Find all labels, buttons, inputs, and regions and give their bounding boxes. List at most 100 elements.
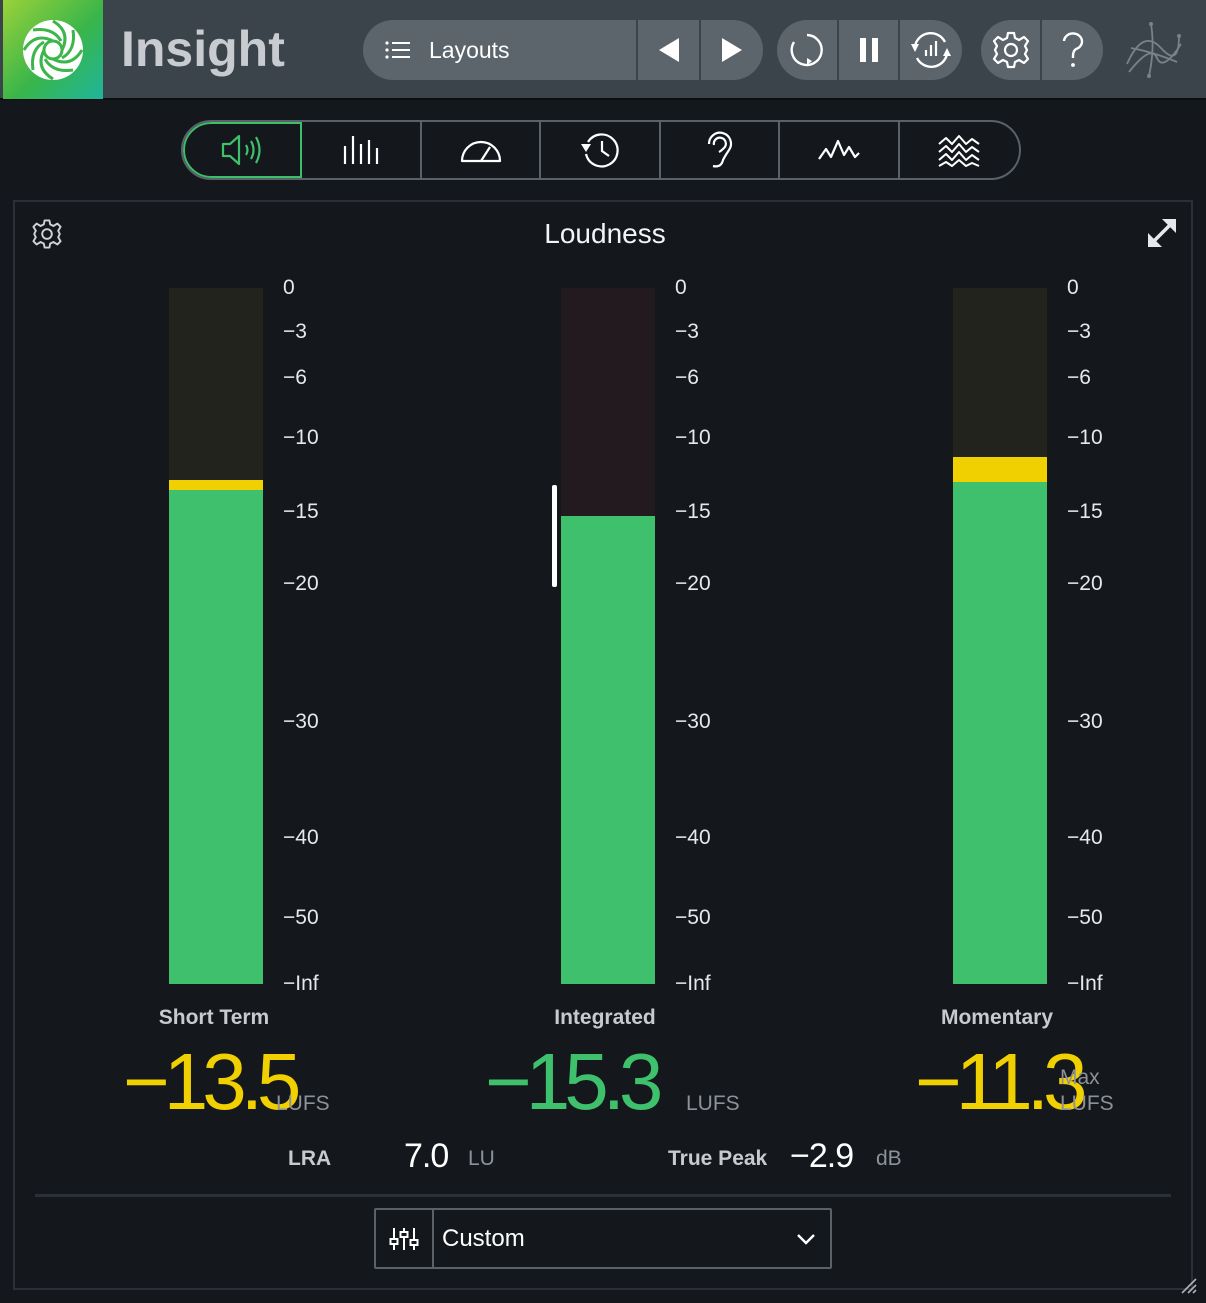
izotope-mark-icon bbox=[1126, 22, 1182, 78]
meter-empty-region bbox=[169, 288, 263, 490]
tab-history[interactable] bbox=[541, 122, 661, 178]
help-icon bbox=[1062, 32, 1083, 67]
spectrogram-icon bbox=[938, 135, 980, 167]
tab-stereo[interactable] bbox=[422, 122, 542, 178]
sliders-icon bbox=[389, 1227, 419, 1250]
tab-spectrogram[interactable] bbox=[900, 122, 1019, 178]
scale-tick-label: −50 bbox=[675, 906, 711, 929]
scale-tick-label: −30 bbox=[1067, 710, 1103, 733]
tab-intelligibility[interactable] bbox=[661, 122, 781, 178]
brand-mark bbox=[1121, 18, 1185, 87]
reset-button[interactable] bbox=[777, 20, 839, 80]
short-term-unit: LUFS bbox=[276, 1092, 330, 1115]
scale-tick-label: −20 bbox=[283, 572, 319, 595]
app-logo bbox=[3, 0, 103, 99]
scale-tick-label: −Inf bbox=[1067, 972, 1103, 995]
integrated-meter bbox=[561, 288, 655, 984]
app-header: Insight Layouts bbox=[0, 0, 1206, 100]
scale-tick-label: −30 bbox=[675, 710, 711, 733]
scale-tick-label: −6 bbox=[675, 366, 699, 389]
scale-tick-label: −10 bbox=[1067, 426, 1103, 449]
scale-tick-label: −40 bbox=[283, 826, 319, 849]
scale-tick-label: −6 bbox=[283, 366, 307, 389]
layouts-control: Layouts bbox=[363, 20, 763, 80]
layouts-button[interactable]: Layouts bbox=[363, 20, 638, 80]
lra-label: LRA bbox=[288, 1147, 332, 1170]
momentary-scale: 0 −3 −6 −10 −15 −20 −30 −40 −50 −Inf bbox=[1067, 277, 1137, 995]
tab-spectrum[interactable] bbox=[780, 122, 900, 178]
scale-tick-label: 0 bbox=[675, 276, 687, 299]
meter-level-bar bbox=[561, 516, 655, 984]
settings-button[interactable] bbox=[981, 20, 1042, 80]
preset-dropdown[interactable]: Custom bbox=[374, 1208, 832, 1269]
gear-icon bbox=[992, 31, 1029, 69]
scale-tick-label: −50 bbox=[1067, 906, 1103, 929]
preset-settings-button[interactable] bbox=[376, 1210, 434, 1267]
divider bbox=[35, 1194, 1171, 1197]
tab-loudness[interactable] bbox=[183, 122, 303, 178]
tab-levels[interactable] bbox=[302, 122, 422, 178]
reset-icon bbox=[790, 33, 823, 67]
true-peak-value: −2.9 bbox=[790, 1137, 854, 1175]
scale-tick-label: −6 bbox=[1067, 366, 1091, 389]
resize-grip-icon bbox=[1181, 1278, 1197, 1294]
expand-panel-button[interactable] bbox=[1146, 217, 1178, 254]
scale-tick-label: 0 bbox=[1067, 276, 1079, 299]
sync-button[interactable] bbox=[900, 20, 962, 80]
window-resize-grip[interactable] bbox=[1178, 1275, 1198, 1300]
app-title: Insight bbox=[121, 21, 285, 77]
scale-tick-label: −3 bbox=[1067, 320, 1091, 343]
meter-peak-hold bbox=[169, 479, 263, 490]
momentary-unit-max: Max bbox=[1060, 1066, 1100, 1089]
scale-tick-label: −20 bbox=[675, 572, 711, 595]
momentary-value: −11.3 bbox=[915, 1037, 1088, 1126]
scale-tick-label: −10 bbox=[283, 426, 319, 449]
spiral-logo-icon bbox=[22, 19, 84, 81]
short-term-label: Short Term bbox=[158, 1006, 270, 1029]
play-left-icon bbox=[658, 38, 679, 62]
scale-tick-label: −Inf bbox=[675, 972, 711, 995]
scale-tick-label: −3 bbox=[675, 320, 699, 343]
meter-level-bar bbox=[169, 489, 263, 984]
preset-dropdown-toggle[interactable] bbox=[782, 1233, 830, 1245]
scale-tick-label: −10 bbox=[675, 426, 711, 449]
scale-tick-label: −20 bbox=[1067, 572, 1103, 595]
pause-icon bbox=[859, 38, 878, 62]
scale-tick-label: −50 bbox=[283, 906, 319, 929]
scale-tick-label: −30 bbox=[283, 710, 319, 733]
list-icon bbox=[385, 41, 410, 59]
play-right-icon bbox=[722, 38, 742, 62]
chevron-down-icon bbox=[797, 1233, 815, 1245]
integrated-unit: LUFS bbox=[686, 1092, 740, 1115]
short-term-value: −13.5 bbox=[123, 1037, 301, 1126]
short-term-scale: 0 −3 −6 −10 −15 −20 −30 −40 −50 −Inf bbox=[283, 277, 353, 995]
scale-tick-label: −Inf bbox=[283, 972, 319, 995]
module-tab-bar bbox=[181, 120, 1021, 180]
loudness-panel: Loudness 0 −3 −6 −10 −15 −20 −30 −40 −50 −Inf 0 −3… bbox=[13, 200, 1193, 1290]
meter-empty-region bbox=[953, 288, 1047, 483]
short-term-meter bbox=[169, 288, 263, 984]
next-layout-button[interactable] bbox=[701, 20, 763, 80]
scale-tick-label: −40 bbox=[1067, 826, 1103, 849]
true-peak-unit: dB bbox=[876, 1147, 902, 1170]
panel-title: Loudness bbox=[544, 218, 666, 249]
meter-level-bar bbox=[953, 482, 1047, 984]
lra-unit: LU bbox=[468, 1147, 495, 1170]
previous-layout-button[interactable] bbox=[638, 20, 701, 80]
integrated-scale: 0 −3 −6 −10 −15 −20 −30 −40 −50 −Inf bbox=[675, 277, 745, 995]
expand-icon bbox=[1148, 219, 1176, 247]
lra-value: 7.0 bbox=[404, 1137, 449, 1175]
help-button[interactable] bbox=[1042, 20, 1103, 80]
sync-icon bbox=[911, 31, 951, 69]
target-range-marker bbox=[552, 485, 557, 587]
levels-bars-icon bbox=[344, 136, 379, 164]
settings-help-control bbox=[981, 20, 1103, 80]
true-peak-label: True Peak bbox=[668, 1147, 768, 1170]
scale-tick-label: −15 bbox=[1067, 500, 1103, 523]
transport-control bbox=[777, 20, 962, 80]
integrated-label: Integrated bbox=[554, 1006, 656, 1029]
gauge-icon bbox=[460, 140, 501, 163]
meter-empty-region bbox=[561, 288, 655, 517]
pause-button[interactable] bbox=[839, 20, 900, 80]
layouts-label: Layouts bbox=[429, 36, 510, 63]
